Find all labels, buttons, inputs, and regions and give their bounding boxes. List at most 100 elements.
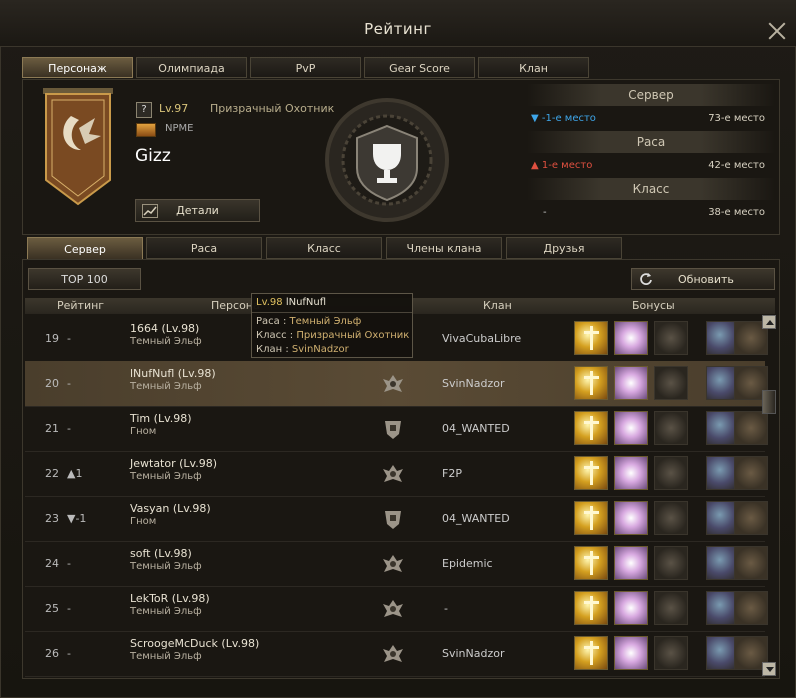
bonus-light-icon[interactable] bbox=[614, 501, 648, 535]
bonus-sword-icon[interactable] bbox=[574, 636, 608, 670]
dark-elf-crest-icon bbox=[383, 645, 403, 662]
tab-character[interactable]: Персонаж bbox=[22, 57, 133, 78]
character-panel: ? Lv.97 Призрачный Охотник NPME Gizz Дет… bbox=[22, 79, 780, 235]
tooltip-race: Темный Эльф bbox=[289, 316, 362, 327]
tab-clan[interactable]: Клан bbox=[478, 57, 589, 78]
row-name: 1664 (Lv.98) bbox=[130, 322, 200, 335]
character-name: Gizz bbox=[135, 146, 171, 166]
row-race: Темный Эльф bbox=[130, 561, 202, 572]
details-button-label: Детали bbox=[176, 204, 219, 217]
row-name: LekToR (Lv.98) bbox=[130, 592, 210, 605]
dwarf-crest-icon bbox=[385, 421, 401, 439]
bonus-light-icon[interactable] bbox=[614, 636, 648, 670]
bonus-empty-icon[interactable] bbox=[654, 411, 688, 445]
bonus-sword-icon[interactable] bbox=[574, 456, 608, 490]
row-change: - bbox=[67, 377, 71, 390]
row-clan: - bbox=[444, 602, 448, 615]
bonus-light-icon[interactable] bbox=[614, 546, 648, 580]
row-rank: 19 bbox=[45, 332, 59, 345]
row-race: Гном bbox=[130, 516, 157, 527]
tooltip-level: Lv.98 bbox=[256, 297, 283, 308]
dark-elf-crest-icon bbox=[383, 600, 403, 617]
row-race: Темный Эльф bbox=[130, 606, 202, 617]
bonus-empty-icon[interactable] bbox=[654, 501, 688, 535]
bonus-light-icon[interactable] bbox=[614, 591, 648, 625]
tab-friends[interactable]: Друзья bbox=[506, 237, 622, 259]
class-rank-change: - bbox=[543, 207, 547, 218]
scrollbar[interactable] bbox=[762, 315, 776, 677]
refresh-button[interactable]: Обновить bbox=[631, 268, 775, 290]
tab-race[interactable]: Раса bbox=[146, 237, 262, 259]
bonus-empty-icon[interactable] bbox=[654, 591, 688, 625]
bonus-empty-icon[interactable] bbox=[654, 636, 688, 670]
title-bar[interactable]: Рейтинг bbox=[0, 0, 796, 47]
bonus-sword-icon[interactable] bbox=[574, 501, 608, 535]
character-clan: NPME bbox=[165, 123, 194, 134]
trophy-emblem-icon bbox=[325, 98, 449, 222]
tab-class[interactable]: Класс bbox=[266, 237, 382, 259]
row-clan: Epidemic bbox=[442, 557, 493, 570]
tab-server[interactable]: Сервер bbox=[27, 237, 143, 260]
bonus-light-icon[interactable] bbox=[614, 411, 648, 445]
ranking-window: Рейтинг Персонаж Олимпиада PvP Gear Scor… bbox=[0, 0, 796, 698]
bonus-sword-icon[interactable] bbox=[574, 321, 608, 355]
character-level: Lv.97 bbox=[159, 102, 189, 115]
row-name: lNufNufl (Lv.98) bbox=[130, 367, 216, 380]
row-rank: 20 bbox=[45, 377, 59, 390]
refresh-button-label: Обновить bbox=[678, 273, 734, 286]
table-row[interactable]: 24 - soft (Lv.98) Темный Эльф Epidemic bbox=[25, 541, 768, 587]
info-help-icon[interactable]: ? bbox=[136, 102, 152, 118]
row-rank: 22 bbox=[45, 467, 59, 480]
row-rank: 21 bbox=[45, 422, 59, 435]
col-bonuses: Бонусы bbox=[632, 299, 675, 312]
dark-elf-crest-icon bbox=[383, 465, 403, 482]
table-row[interactable]: 25 - LekToR (Lv.98) Темный Эльф - bbox=[25, 586, 768, 632]
row-name: Vasyan (Lv.98) bbox=[130, 502, 211, 515]
row-name: ScroogeMcDuck (Lv.98) bbox=[130, 637, 260, 650]
bonus-empty-icon[interactable] bbox=[654, 366, 688, 400]
row-rank: 24 bbox=[45, 557, 59, 570]
window-title: Рейтинг bbox=[364, 20, 432, 38]
scroll-up-button[interactable] bbox=[762, 315, 776, 329]
race-rank-header: Раса bbox=[527, 131, 775, 153]
bonus-light-icon[interactable] bbox=[614, 321, 648, 355]
scroll-down-button[interactable] bbox=[762, 662, 776, 676]
row-race: Темный Эльф bbox=[130, 381, 202, 392]
bonus-empty-icon[interactable] bbox=[654, 546, 688, 580]
bonus-empty-icon[interactable] bbox=[654, 321, 688, 355]
race-rank-place: 42-е место bbox=[708, 160, 765, 171]
tab-clan-members[interactable]: Члены клана bbox=[386, 237, 502, 259]
class-banner-icon bbox=[43, 88, 113, 206]
details-button[interactable]: Детали bbox=[135, 199, 260, 222]
close-icon[interactable] bbox=[766, 20, 788, 42]
row-race: Гном bbox=[130, 426, 157, 437]
row-clan: F2P bbox=[442, 467, 462, 480]
bonus-sword-icon[interactable] bbox=[574, 591, 608, 625]
race-rank-change: ▲ 1-е место bbox=[531, 160, 593, 171]
row-clan: 04_WANTED bbox=[442, 422, 510, 435]
bonus-sword-icon[interactable] bbox=[574, 546, 608, 580]
table-row[interactable]: 26 - ScroogeMcDuck (Lv.98) Темный Эльф S… bbox=[25, 631, 768, 677]
row-name: soft (Lv.98) bbox=[130, 547, 192, 560]
bonus-empty-icon[interactable] bbox=[654, 456, 688, 490]
scroll-thumb[interactable] bbox=[762, 390, 776, 414]
table-row[interactable]: 23 ▼-1 Vasyan (Lv.98) Гном 04_WANTED bbox=[25, 496, 768, 542]
table-row[interactable]: 21 - Tim (Lv.98) Гном 04_WANTED bbox=[25, 406, 768, 452]
tab-gear-score[interactable]: Gear Score bbox=[364, 57, 475, 78]
bonus-sword-icon[interactable] bbox=[574, 411, 608, 445]
row-race: Темный Эльф bbox=[130, 336, 202, 347]
row-rank: 26 bbox=[45, 647, 59, 660]
tooltip-name: lNufNufl bbox=[285, 297, 327, 308]
server-rank-place: 73-е место bbox=[708, 113, 765, 124]
table-row-selected[interactable]: 20 - lNufNufl (Lv.98) Темный Эльф SvinNa… bbox=[25, 361, 768, 407]
bonus-light-icon[interactable] bbox=[614, 456, 648, 490]
bonus-sword-icon[interactable] bbox=[574, 366, 608, 400]
top100-button[interactable]: TOP 100 bbox=[28, 268, 141, 290]
table-row[interactable]: 22 ▲1 Jewtator (Lv.98) Темный Эльф F2P bbox=[25, 451, 768, 497]
row-change: ▼-1 bbox=[67, 512, 87, 525]
row-race: Темный Эльф bbox=[130, 471, 202, 482]
tab-pvp[interactable]: PvP bbox=[250, 57, 361, 78]
bonus-light-icon[interactable] bbox=[614, 366, 648, 400]
col-clan: Клан bbox=[483, 299, 512, 312]
tab-olympiad[interactable]: Олимпиада bbox=[136, 57, 247, 78]
